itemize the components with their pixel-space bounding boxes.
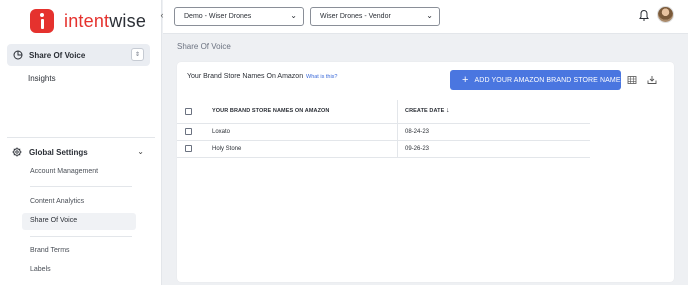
chevron-down-icon: ⌄ xyxy=(137,147,144,156)
logo[interactable]: intentwise xyxy=(30,9,146,33)
sidebar: intentwise Share Of Voice ⇕ Insights Glo… xyxy=(0,0,162,285)
table-icon[interactable] xyxy=(627,75,637,85)
table-header: YOUR BRAND STORE NAMES ON AMAZON CREATE … xyxy=(177,100,590,124)
row-checkbox[interactable] xyxy=(185,145,192,152)
cell-create-date: 09-26-23 xyxy=(405,146,430,152)
sidebar-divider xyxy=(7,137,155,138)
profile-select-value: Wiser Drones - Vendor xyxy=(320,13,391,20)
plus-icon: + xyxy=(462,73,469,86)
section-switcher[interactable]: Share Of Voice ⇕ xyxy=(7,44,150,66)
row-checkbox[interactable] xyxy=(185,128,192,135)
table-row: Holy Stone 09-26-23 xyxy=(177,141,590,158)
download-icon[interactable] xyxy=(647,75,657,85)
card-title: Your Brand Store Names On Amazon xyxy=(187,73,304,80)
global-settings-toggle[interactable]: Global Settings ⌄ xyxy=(12,145,144,159)
global-settings-label: Global Settings xyxy=(29,147,88,157)
column-header-name[interactable]: YOUR BRAND STORE NAMES ON AMAZON xyxy=(212,108,329,114)
sidebar-sub-divider xyxy=(30,186,132,187)
logo-mark-icon xyxy=(30,9,54,33)
sidebar-sub-divider xyxy=(30,236,132,237)
user-avatar[interactable] xyxy=(657,6,674,23)
up-down-chevron-icon: ⇕ xyxy=(131,48,144,61)
table-row: Loxato 08-24-23 xyxy=(177,124,590,141)
cell-brand-name: Loxato xyxy=(212,129,231,135)
column-header-create-date[interactable]: CREATE DATE xyxy=(405,108,444,114)
what-is-this-link[interactable]: What is this? xyxy=(306,74,337,80)
pie-chart-icon xyxy=(13,50,23,60)
sidebar-item-insights[interactable]: Insights xyxy=(28,74,56,83)
sidebar-item-account-management[interactable]: Account Management xyxy=(30,168,98,175)
account-select-value: Demo - Wiser Drones xyxy=(184,13,252,20)
page-title: Share Of Voice xyxy=(177,42,231,51)
logo-text: intentwise xyxy=(64,10,147,31)
gear-icon xyxy=(12,147,22,157)
cell-brand-name: Holy Stone xyxy=(212,146,242,152)
content-card xyxy=(177,62,674,282)
sidebar-item-brand-terms[interactable]: Brand Terms xyxy=(30,247,70,254)
add-brand-store-label: ADD YOUR AMAZON BRAND STORE NAME xyxy=(474,76,621,84)
sort-arrow-icon[interactable]: ↓ xyxy=(446,107,450,114)
select-all-checkbox[interactable] xyxy=(185,108,192,115)
add-brand-store-button[interactable]: + ADD YOUR AMAZON BRAND STORE NAME xyxy=(450,70,621,90)
chevron-down-icon: ⌄ xyxy=(290,11,297,20)
sidebar-item-content-analytics[interactable]: Content Analytics xyxy=(30,198,84,205)
chevron-down-icon: ⌄ xyxy=(426,11,433,20)
sidebar-item-share-of-voice[interactable]: Share Of Voice xyxy=(30,217,77,224)
bell-icon[interactable] xyxy=(638,9,650,22)
collapse-sidebar-button[interactable]: ‹ xyxy=(156,8,168,22)
chevron-left-icon: ‹ xyxy=(160,10,164,20)
section-switcher-label: Share Of Voice xyxy=(29,50,86,60)
sidebar-item-labels[interactable]: Labels xyxy=(30,266,51,273)
cell-create-date: 08-24-23 xyxy=(405,129,430,135)
account-select[interactable]: Demo - Wiser Drones ⌄ xyxy=(174,7,304,26)
profile-select[interactable]: Wiser Drones - Vendor ⌄ xyxy=(310,7,440,26)
